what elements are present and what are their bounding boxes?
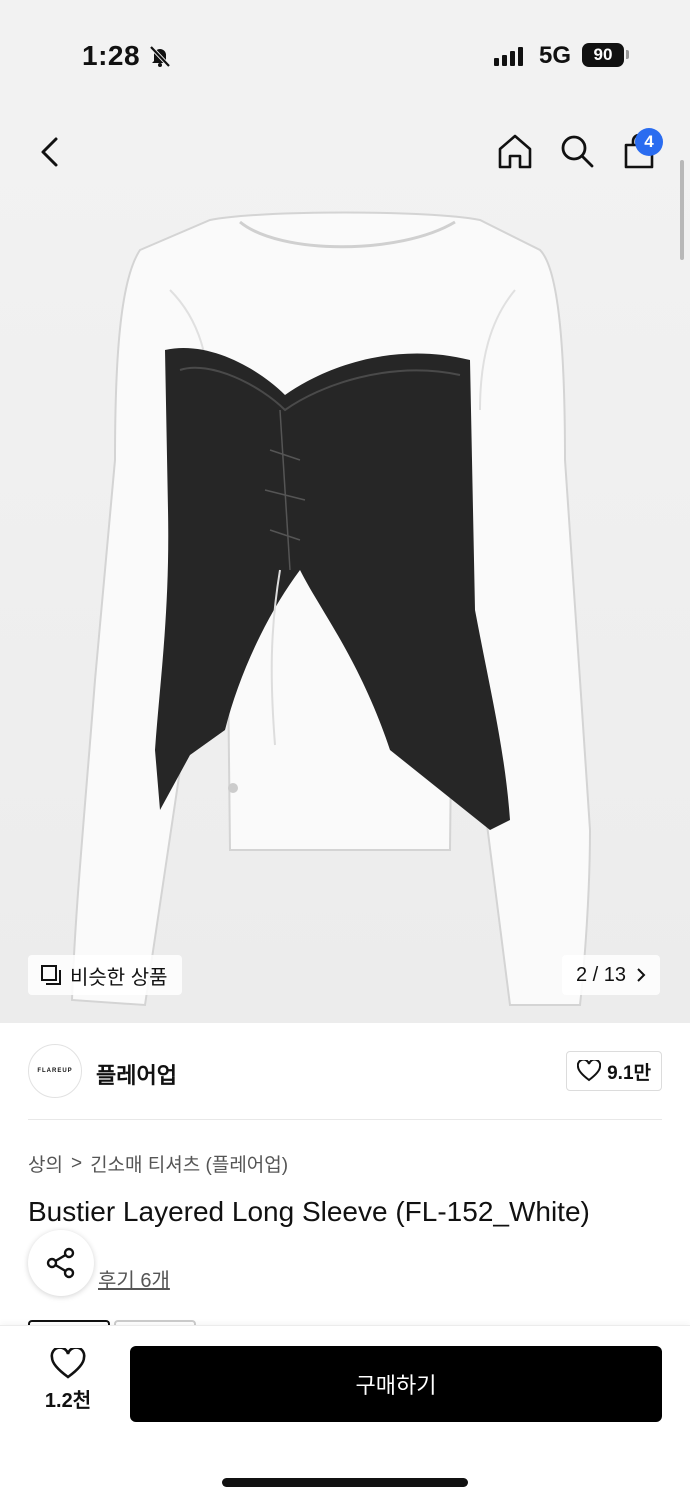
brand-like-button[interactable]: 9.1만 bbox=[566, 1051, 662, 1091]
similar-products-label: 비슷한 상품 bbox=[70, 966, 168, 989]
heart-icon bbox=[50, 1348, 86, 1379]
gallery-page-indicator[interactable]: 2 / 13 bbox=[562, 955, 661, 995]
scrollbar bbox=[680, 160, 684, 260]
product-title: Bustier Layered Long Sleeve (FL-152_Whit… bbox=[28, 1196, 590, 1227]
breadcrumb-subcategory[interactable]: 긴소매 티셔츠 (플레어업) bbox=[90, 1150, 288, 1177]
chevron-right-icon bbox=[637, 968, 646, 982]
page-indicator-text: 2 / 13 bbox=[576, 963, 627, 986]
brand-name[interactable]: 플레어업 bbox=[96, 1058, 177, 1090]
battery-tip bbox=[626, 50, 629, 59]
home-icon bbox=[498, 134, 532, 169]
battery-icon: 90 bbox=[582, 43, 624, 67]
product-gallery[interactable]: 4 비슷한 상품 2 / 13 bbox=[0, 110, 690, 1023]
breadcrumb-category[interactable]: 상의 bbox=[28, 1150, 63, 1177]
heart-icon bbox=[577, 1060, 602, 1082]
bell-muted-icon bbox=[148, 44, 172, 73]
brand-logo[interactable]: FLAREUP bbox=[28, 1044, 82, 1098]
search-icon bbox=[561, 135, 594, 168]
breadcrumb: 상의 > 긴소매 티셔츠 (플레어업) bbox=[28, 1150, 288, 1177]
cart-count-badge: 4 bbox=[635, 128, 663, 156]
search-button[interactable] bbox=[554, 128, 600, 174]
bottom-action-bar: 1.2천 구매하기 bbox=[0, 1325, 690, 1500]
signal-icon bbox=[494, 46, 523, 66]
copy-icon bbox=[41, 965, 61, 985]
share-icon bbox=[46, 1247, 75, 1279]
network-type: 5G bbox=[539, 42, 572, 69]
status-bar: 1:28 5G 90 bbox=[0, 0, 690, 110]
status-time: 1:28 bbox=[82, 40, 141, 71]
brand-like-count: 9.1만 bbox=[607, 1062, 651, 1084]
brand-row[interactable]: FLAREUP 플레어업 9.1만 bbox=[28, 1040, 662, 1120]
back-button[interactable] bbox=[28, 130, 72, 174]
chevron-left-icon bbox=[41, 137, 58, 167]
buy-button[interactable]: 구매하기 bbox=[130, 1346, 662, 1422]
wishlist-button[interactable]: 1.2천 bbox=[28, 1348, 108, 1428]
home-indicator[interactable] bbox=[222, 1478, 468, 1487]
wishlist-count: 1.2천 bbox=[44, 1390, 92, 1412]
product-image bbox=[70, 211, 592, 1007]
review-link[interactable]: 후기 6개 bbox=[98, 1264, 170, 1293]
home-button[interactable] bbox=[492, 128, 538, 174]
share-button[interactable] bbox=[28, 1230, 94, 1296]
breadcrumb-separator: > bbox=[70, 1152, 83, 1174]
similar-products-button[interactable]: 비슷한 상품 bbox=[28, 955, 182, 995]
